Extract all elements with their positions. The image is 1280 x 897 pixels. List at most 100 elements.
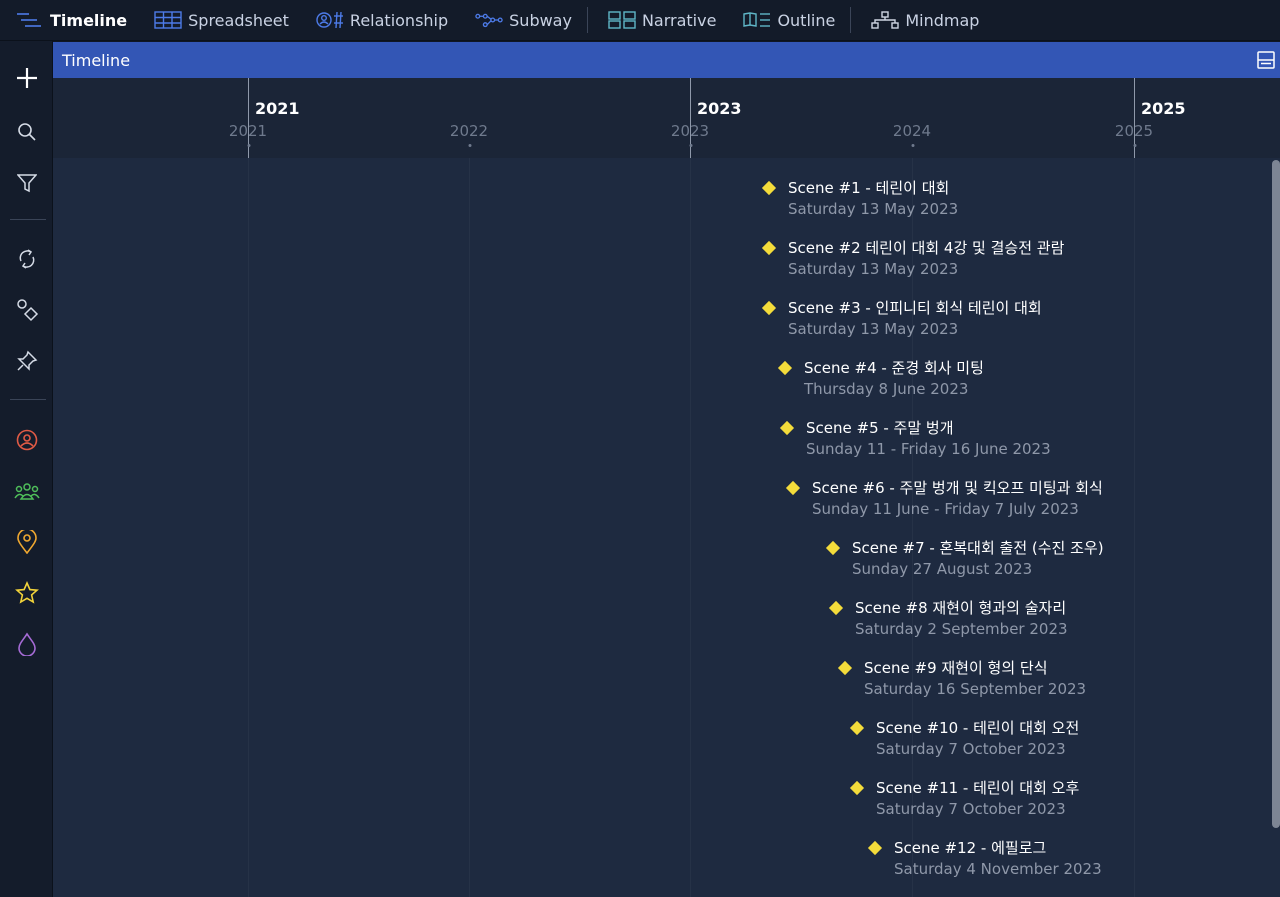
- major-year-label: 2023: [697, 99, 742, 118]
- year-tick: [1133, 144, 1137, 147]
- timeline-event[interactable]: Scene #3 - 인피니티 회식 테린이 대회 Saturday 13 May…: [761, 298, 1042, 339]
- timeline-event[interactable]: Scene #8 재현이 형과의 술자리 Saturday 2 September…: [828, 598, 1068, 639]
- timeline-event[interactable]: Scene #12 - 에필로그 Saturday 4 November 2023: [867, 838, 1102, 879]
- tab-timeline[interactable]: Timeline: [0, 0, 138, 41]
- event-title: Scene #4 - 준경 회사 미팅: [804, 359, 984, 377]
- shapes-icon: [16, 299, 38, 322]
- event-title: Scene #12 - 에필로그: [894, 839, 1047, 857]
- toolbar-divider: [586, 7, 588, 33]
- add-button[interactable]: [0, 60, 53, 96]
- groups-button[interactable]: [0, 473, 53, 509]
- timeline-canvas[interactable]: Scene #1 - 테린이 대회 Saturday 13 May 2023 Sc…: [53, 158, 1280, 897]
- event-date: Saturday 4 November 2023: [894, 860, 1102, 878]
- year-tick: [911, 144, 915, 147]
- characters-button[interactable]: [0, 422, 53, 458]
- event-title: Scene #5 - 주말 벙개: [806, 419, 954, 437]
- timeline-event[interactable]: Scene #2 테린이 대회 4강 및 결승전 관람 Saturday 13 M…: [761, 238, 1065, 279]
- event-title: Scene #6 - 주말 벙개 및 킥오프 미팅과 회식: [812, 479, 1103, 497]
- event-title: Scene #3 - 인피니티 회식 테린이 대회: [788, 299, 1042, 317]
- vertical-scrollbar[interactable]: [1272, 160, 1280, 828]
- event-marker-icon: [761, 180, 777, 196]
- rail-divider: [10, 219, 46, 220]
- mindmap-icon: [871, 10, 900, 30]
- event-date: Thursday 8 June 2023: [804, 380, 969, 398]
- timeline-event[interactable]: Scene #4 - 준경 회사 미팅 Thursday 8 June 2023: [777, 358, 984, 399]
- event-marker-icon: [837, 660, 853, 676]
- panel-layout-icon: [1257, 51, 1275, 69]
- event-marker-icon: [825, 540, 841, 556]
- refresh-button[interactable]: [0, 241, 53, 277]
- event-date: Saturday 13 May 2023: [788, 320, 959, 338]
- time-axis: 2021 2023 2025 2021 2022 2023 2024 2025: [53, 78, 1280, 158]
- year-tick: [689, 144, 693, 147]
- timeline-event[interactable]: Scene #5 - 주말 벙개 Sunday 11 - Friday 16 Ju…: [779, 418, 1051, 459]
- tab-label: Spreadsheet: [188, 10, 289, 30]
- timeline-event[interactable]: Scene #1 - 테린이 대회 Saturday 13 May 2023: [761, 178, 959, 219]
- event-marker-icon: [867, 840, 883, 856]
- timeline-icon: [16, 10, 44, 30]
- event-marker-icon: [828, 600, 844, 616]
- search-icon: [17, 123, 36, 141]
- tab-outline[interactable]: Outline: [727, 0, 846, 41]
- event-date: Saturday 16 September 2023: [864, 680, 1087, 698]
- tab-label: Mindmap: [905, 10, 980, 30]
- filter-button[interactable]: [0, 165, 53, 201]
- pin-button[interactable]: [0, 343, 53, 379]
- event-marker-icon: [849, 780, 865, 796]
- event-date: Sunday 27 August 2023: [852, 560, 1033, 578]
- year-tick-label: 2024: [892, 122, 932, 140]
- timeline-event[interactable]: Scene #9 재현이 형의 단식 Saturday 16 September …: [837, 658, 1087, 699]
- event-title: Scene #2 테린이 대회 4강 및 결승전 관람: [788, 239, 1065, 257]
- timeline-event[interactable]: Scene #7 - 혼복대회 출전 (수진 조우) Sunday 27 Augu…: [825, 538, 1104, 579]
- timeline-event[interactable]: Scene #6 - 주말 벙개 및 킥오프 미팅과 회식 Sunday 11 J…: [785, 478, 1103, 519]
- event-title: Scene #8 재현이 형과의 술자리: [855, 599, 1067, 617]
- narrative-icon: [608, 10, 636, 30]
- pin-icon: [16, 350, 37, 371]
- event-marker-icon: [761, 300, 777, 316]
- event-title: Scene #10 - 테린이 대회 오전: [876, 719, 1080, 737]
- spreadsheet-icon: [154, 10, 182, 30]
- timeline-event[interactable]: Scene #10 - 테린이 대회 오전 Saturday 7 October …: [849, 718, 1080, 759]
- event-date: Saturday 13 May 2023: [788, 200, 959, 218]
- event-date: Saturday 7 October 2023: [876, 740, 1066, 758]
- timeline-event[interactable]: Scene #11 - 테린이 대회 오후 Saturday 7 October …: [849, 778, 1080, 819]
- places-button[interactable]: [0, 524, 53, 560]
- filter-icon: [16, 174, 37, 193]
- event-marker-icon: [777, 360, 793, 376]
- left-rail: [0, 41, 53, 897]
- event-marker-icon: [779, 420, 795, 436]
- event-marker-icon: [849, 720, 865, 736]
- major-year-label: 2025: [1141, 99, 1186, 118]
- favorites-button[interactable]: [0, 575, 53, 611]
- event-marker-icon: [785, 480, 801, 496]
- view-toolbar: Timeline Spreadsheet Relationship Subway…: [0, 0, 1280, 41]
- tab-spreadsheet[interactable]: Spreadsheet: [138, 0, 300, 41]
- tab-mindmap[interactable]: Mindmap: [855, 0, 990, 41]
- plus-icon: [16, 68, 37, 88]
- year-gridline: [248, 158, 249, 897]
- rail-divider: [10, 399, 46, 400]
- tab-label: Subway: [509, 10, 572, 30]
- tab-label: Timeline: [50, 10, 128, 30]
- panel-header: Timeline: [53, 42, 1280, 78]
- tab-relationship[interactable]: Relationship: [300, 0, 459, 41]
- event-date: Sunday 11 - Friday 16 June 2023: [806, 440, 1051, 458]
- panel-layout-button[interactable]: [1256, 50, 1276, 70]
- tags-button[interactable]: [0, 626, 53, 662]
- drop-icon: [17, 632, 36, 656]
- shapes-button[interactable]: [0, 292, 53, 328]
- tab-narrative[interactable]: Narrative: [592, 0, 727, 41]
- year-tick-label: 2021: [228, 122, 268, 140]
- tab-label: Narrative: [641, 10, 717, 30]
- star-icon: [14, 581, 39, 604]
- search-button[interactable]: [0, 114, 53, 150]
- subway-icon: [475, 10, 503, 30]
- major-year-label: 2021: [255, 99, 300, 118]
- outline-icon: [743, 10, 771, 30]
- group-icon: [13, 483, 40, 500]
- event-title: Scene #11 - 테린이 대회 오후: [876, 779, 1080, 797]
- toolbar-divider: [850, 7, 852, 33]
- year-tick: [468, 144, 472, 147]
- location-pin-icon: [16, 530, 37, 554]
- tab-subway[interactable]: Subway: [459, 0, 583, 41]
